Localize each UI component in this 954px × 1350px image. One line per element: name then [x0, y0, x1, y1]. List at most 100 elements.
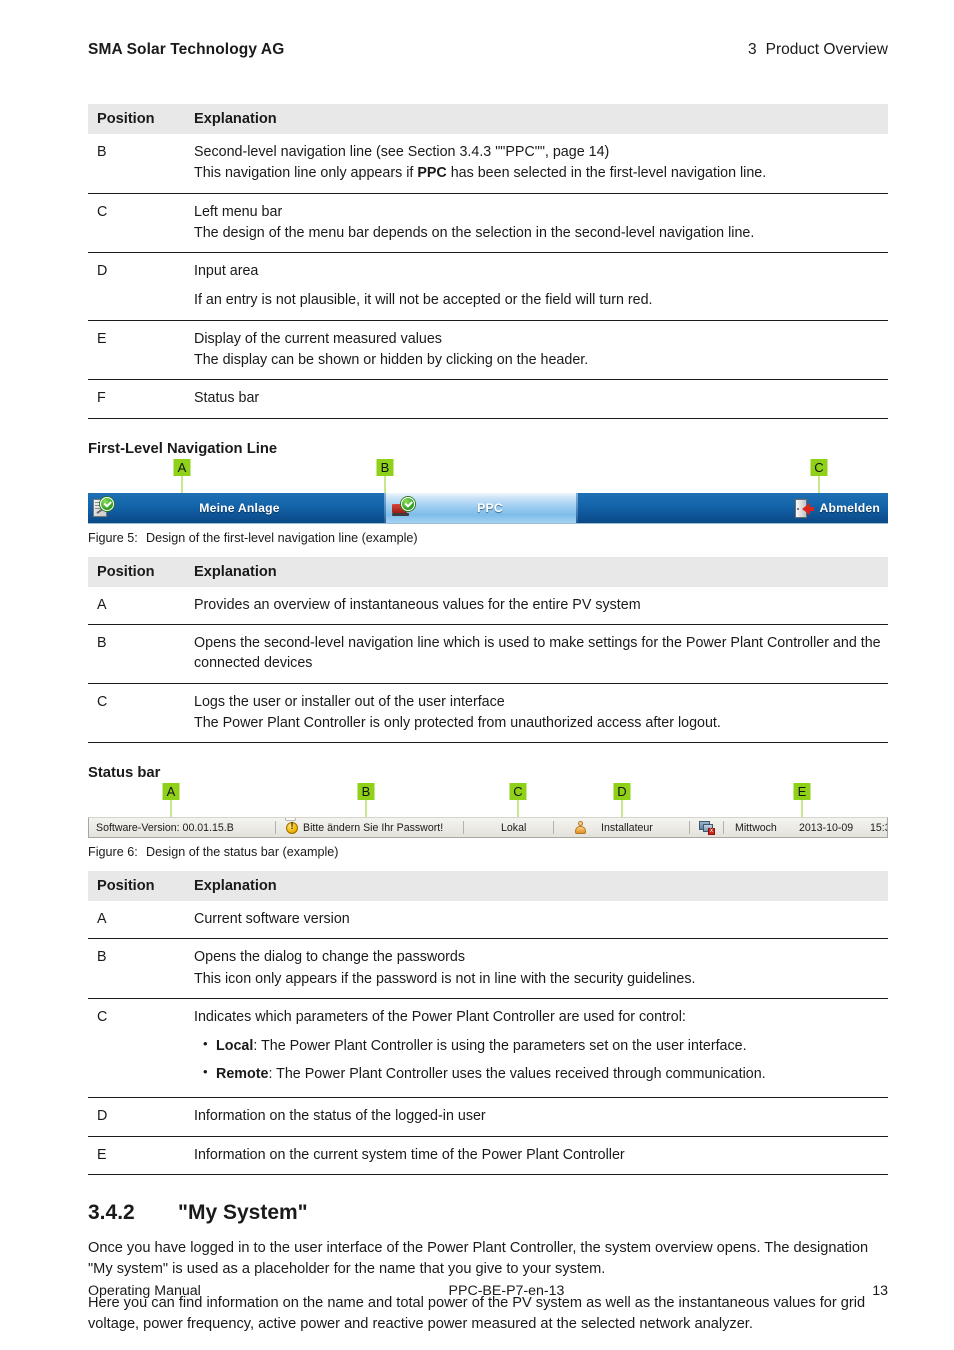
figure-label: Figure 5: — [88, 530, 138, 545]
position-cell: D — [88, 1097, 184, 1137]
position-cell: A — [88, 586, 184, 625]
explanation-line: Information on the current system time o… — [194, 1146, 625, 1163]
table-header-row: Position Explanation — [88, 556, 888, 587]
position-cell: C — [88, 193, 184, 254]
weekday-text: Mittwoch — [735, 821, 777, 834]
explanation-cell: Opens the second-level navigation line w… — [184, 624, 888, 684]
table-row: C Logs the user or installer out of the … — [88, 683, 888, 744]
bullet-term: Remote — [216, 1066, 269, 1083]
figure5-caption: Figure 5: Design of the first-level navi… — [88, 531, 888, 545]
status-password-warning[interactable]: Bitte ändern Sie Ihr Passwort! — [286, 818, 443, 837]
text-part: has been selected in the first-level nav… — [446, 165, 767, 182]
callout-marker-e: E — [793, 783, 811, 818]
position-cell: C — [88, 998, 184, 1099]
callout-marker-b: B — [376, 458, 394, 493]
callout-leader-line — [181, 475, 183, 493]
position-cell: F — [88, 379, 184, 419]
position-table-1: Position Explanation B Second-level navi… — [88, 104, 888, 419]
callout-leader-line — [365, 800, 367, 818]
nav-logout-label: Abmelden — [819, 501, 880, 516]
nav-tab-meine-anlage[interactable]: Meine Anlage — [88, 493, 384, 523]
status-separator — [723, 821, 724, 835]
callout-letter: E — [793, 783, 811, 801]
callout-leader-line — [621, 800, 623, 818]
first-level-navigation-bar: Meine Anlage PPC Abmelden — [88, 492, 888, 524]
callout-leader-line — [517, 800, 519, 818]
status-control-mode: Lokal — [501, 818, 526, 837]
explanation-line: Provides an overview of instantaneous va… — [194, 596, 641, 613]
explanation-line: This icon only appears if the password i… — [194, 970, 696, 987]
explanation-line: Display of the current measured values — [194, 330, 442, 347]
callout-letter: C — [509, 783, 527, 801]
explanation-line: Indicates which parameters of the Power … — [194, 1009, 686, 1026]
explanation-line: The display can be shown or hidden by cl… — [194, 352, 589, 369]
explanation-line: Input area — [194, 263, 259, 280]
explanation-line: The design of the menu bar depends on th… — [194, 224, 755, 241]
bullet-text: : The Power Plant Controller uses the va… — [268, 1066, 766, 1083]
footer-document-id: PPC-BE-P7-en-13 — [448, 1283, 565, 1299]
callout-marker-d: D — [613, 783, 631, 818]
status-time: 15:36:56 — [870, 818, 887, 837]
explanation-line: Opens the dialog to change the passwords — [194, 949, 466, 966]
column-header-explanation: Explanation — [184, 871, 888, 902]
explanation-cell: Indicates which parameters of the Power … — [184, 998, 888, 1099]
explanation-cell: Current software version — [184, 901, 888, 940]
table-row: B Opens the dialog to change the passwor… — [88, 938, 888, 1000]
warning-icon[interactable] — [286, 821, 298, 834]
section-title: "My System" — [178, 1200, 308, 1224]
explanation-cell: Information on the status of the logged-… — [184, 1097, 888, 1137]
nav-tab-ppc[interactable]: PPC — [386, 492, 576, 523]
table-row: F Status bar — [88, 379, 888, 419]
status-connection: x — [699, 818, 715, 837]
table-row: E Display of the current measured values… — [88, 320, 888, 381]
explanation-line: Status bar — [194, 390, 260, 407]
position-cell: C — [88, 683, 184, 744]
list-item: Local: The Power Plant Controller is usi… — [203, 1035, 884, 1056]
explanation-cell: Second-level navigation line (see Sectio… — [184, 134, 888, 194]
callout-letter: B — [357, 783, 375, 801]
callout-marker-a: A — [162, 783, 180, 818]
nav-logout-button[interactable]: Abmelden — [794, 493, 886, 523]
callout-leader-line — [801, 800, 803, 818]
plant-check-icon — [92, 496, 114, 519]
explanation-line: The Power Plant Controller is only prote… — [194, 714, 721, 731]
position-cell: B — [88, 134, 184, 194]
explanation-cell: Left menu bar The design of the menu bar… — [184, 193, 888, 254]
callout-marker-a: A — [173, 458, 191, 493]
callout-leader-line — [818, 475, 820, 493]
callout-letter: B — [376, 458, 394, 476]
connection-lost-icon: x — [699, 821, 715, 836]
section-number: 3.4.2 — [88, 1200, 135, 1224]
bullet-term: Local — [216, 1038, 254, 1055]
explanation-cell: Information on the current system time o… — [184, 1136, 888, 1175]
position-cell: B — [88, 938, 184, 1000]
explanation-cell: Input area If an entry is not plausible,… — [184, 252, 888, 321]
explanation-line: Opens the second-level navigation line w… — [194, 634, 881, 672]
chapter-title: Product Overview — [765, 41, 888, 58]
explanation-line: Logs the user or installer out of the us… — [194, 693, 505, 710]
explanation-line: Current software version — [194, 911, 350, 928]
callout-letter: A — [173, 458, 191, 476]
column-header-position: Position — [88, 104, 184, 134]
figure-caption-text: Design of the first-level navigation lin… — [146, 530, 418, 545]
user-role-text: Installateur — [601, 821, 653, 834]
running-header: SMA Solar Technology AG 3 Product Overvie… — [88, 41, 888, 59]
explanation-cell: Logs the user or installer out of the us… — [184, 683, 888, 744]
column-header-explanation: Explanation — [184, 556, 888, 587]
ppc-check-icon — [392, 497, 415, 518]
table-row: D Input area If an entry is not plausibl… — [88, 252, 888, 321]
explanation-cell: Opens the dialog to change the passwords… — [184, 938, 888, 1000]
explanation-bullet-list: Local: The Power Plant Controller is usi… — [194, 1035, 884, 1084]
footer-document-type: Operating Manual — [88, 1283, 201, 1299]
callout-leader-line — [170, 800, 172, 818]
table-row: B Second-level navigation line (see Sect… — [88, 134, 888, 194]
status-separator — [463, 821, 464, 835]
company-name: SMA Solar Technology AG — [88, 41, 285, 58]
table-row: D Information on the status of the logge… — [88, 1097, 888, 1137]
table-row: C Indicates which parameters of the Powe… — [88, 998, 888, 1099]
table-row: B Opens the second-level navigation line… — [88, 624, 888, 684]
column-header-position: Position — [88, 556, 184, 587]
subheading-first-level-navigation: First-Level Navigation Line — [88, 440, 278, 457]
table-row: C Left menu bar The design of the menu b… — [88, 193, 888, 254]
chapter-number: 3 — [748, 41, 757, 58]
